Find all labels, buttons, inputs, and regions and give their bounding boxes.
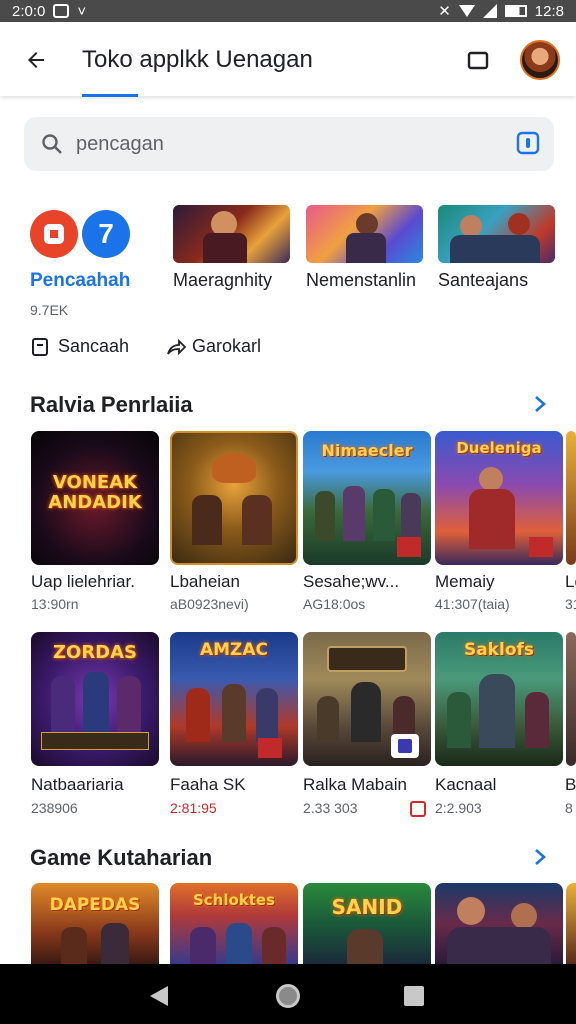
game-tile[interactable] bbox=[566, 883, 576, 964]
game-meta: 13:90rn bbox=[31, 596, 79, 612]
nav-recents-icon[interactable] bbox=[404, 986, 424, 1006]
game-tile[interactable]: Nimaecler bbox=[303, 431, 431, 565]
more-notifications-icon: ˅ bbox=[77, 2, 87, 20]
signal-icon bbox=[482, 4, 497, 18]
game-name: Lo bbox=[565, 572, 576, 591]
mute-icon: ✕ bbox=[438, 3, 451, 20]
game-tile[interactable] bbox=[303, 632, 431, 766]
game-name: Uap lielehriar. bbox=[31, 572, 135, 591]
game-name: Ralka Mabain bbox=[303, 775, 407, 794]
game-tile[interactable] bbox=[566, 632, 576, 766]
cast-icon[interactable] bbox=[466, 50, 490, 72]
hero-card[interactable] bbox=[306, 205, 423, 263]
share-icon bbox=[167, 338, 186, 355]
share-button[interactable]: Garokarl bbox=[166, 336, 261, 357]
back-arrow-icon[interactable] bbox=[24, 48, 48, 72]
bookmark-icon bbox=[32, 337, 48, 356]
game-meta: AG18:0os bbox=[303, 596, 366, 612]
game-tile-title: VONEAK ANDADIK bbox=[48, 472, 142, 513]
game-name: Memaiy bbox=[435, 572, 495, 591]
ad-badge-icon bbox=[410, 801, 426, 817]
game-tile[interactable]: Saklofs bbox=[435, 632, 563, 766]
featured-badge[interactable]: 7 bbox=[82, 210, 130, 258]
game-meta: 2:2.903 bbox=[435, 800, 482, 816]
hero-label: Nemenstanlin bbox=[306, 270, 417, 290]
game-tile-title: SANID bbox=[331, 895, 403, 919]
avatar[interactable] bbox=[520, 40, 560, 80]
game-tile[interactable]: Dueleniga bbox=[435, 431, 563, 565]
game-meta: 8 bbox=[565, 800, 573, 816]
save-button[interactable]: Sancaah bbox=[30, 336, 129, 357]
status-time: 2:0:0 bbox=[12, 2, 46, 20]
section-title: Game Kutaharian bbox=[30, 845, 213, 870]
hero-label: Maeragnhity bbox=[173, 270, 273, 290]
game-meta: 238906 bbox=[31, 800, 78, 816]
chevron-right-icon[interactable] bbox=[530, 394, 550, 414]
status-bar: 2:0:0 ˅ ✕ 12:8 bbox=[0, 0, 576, 22]
search-bar[interactable] bbox=[24, 117, 554, 171]
game-tile[interactable]: SANID bbox=[303, 883, 431, 964]
game-meta: 2:81:95 bbox=[170, 800, 217, 816]
game-meta: 31 bbox=[565, 596, 576, 612]
search-icon bbox=[42, 134, 62, 154]
game-name: Faaha SK bbox=[170, 775, 246, 794]
app-bar: Toko applkk Uenagan bbox=[0, 22, 576, 97]
game-tile[interactable]: Schloktes bbox=[170, 883, 298, 964]
section-title: Ralvia Penrlaiia bbox=[30, 392, 193, 417]
game-tile-title: Saklofs bbox=[463, 640, 535, 660]
game-tile-title: DAPEDAS bbox=[49, 895, 141, 915]
wifi-icon bbox=[458, 5, 475, 17]
notification-icon bbox=[53, 4, 70, 18]
game-tile[interactable] bbox=[170, 431, 298, 565]
game-tile[interactable] bbox=[435, 883, 563, 964]
featured-app-count: 9.7EK bbox=[30, 302, 69, 318]
game-name: Kacnaal bbox=[435, 775, 497, 794]
game-tile-title: ZORDAS bbox=[52, 642, 138, 663]
game-meta: 41:307(taia) bbox=[435, 596, 510, 612]
game-name: Sesahe;wv... bbox=[303, 572, 400, 591]
game-tile[interactable] bbox=[566, 431, 576, 565]
chevron-right-icon[interactable] bbox=[530, 847, 550, 867]
battery-icon bbox=[504, 5, 527, 17]
nav-home-icon[interactable] bbox=[276, 984, 300, 1008]
game-tile-title: Schloktes bbox=[192, 891, 276, 909]
featured-app-icon[interactable] bbox=[30, 210, 78, 258]
game-tile-title: AMZAC bbox=[199, 640, 269, 660]
game-tile[interactable]: AMZAC bbox=[170, 632, 298, 766]
game-tile[interactable]: VONEAK ANDADIK bbox=[31, 431, 159, 565]
hero-card[interactable] bbox=[438, 205, 555, 263]
game-tile[interactable]: ZORDAS bbox=[31, 632, 159, 766]
hero-label: Santeajans bbox=[438, 270, 529, 290]
featured-app-name[interactable]: Pencaahah bbox=[30, 270, 130, 292]
title-underline bbox=[82, 94, 138, 97]
game-meta: aB0923nevi) bbox=[170, 596, 249, 612]
search-input[interactable] bbox=[76, 117, 476, 171]
nav-back-icon[interactable] bbox=[150, 986, 168, 1006]
status-clock: 12:8 bbox=[534, 2, 564, 20]
page-title: Toko applkk Uenagan bbox=[82, 46, 313, 73]
game-name: B bbox=[565, 775, 576, 794]
voice-search-icon[interactable] bbox=[514, 129, 542, 157]
game-name: Lbaheian bbox=[170, 572, 240, 591]
save-label: Sancaah bbox=[58, 336, 130, 356]
game-tile-title: Dueleniga bbox=[456, 439, 542, 457]
share-label: Garokarl bbox=[192, 336, 262, 356]
game-name: Natbaariaria bbox=[31, 775, 124, 794]
hero-card[interactable] bbox=[173, 205, 290, 263]
game-tile-title: Nimaecler bbox=[321, 441, 413, 460]
game-tile[interactable]: DAPEDAS bbox=[31, 883, 159, 964]
